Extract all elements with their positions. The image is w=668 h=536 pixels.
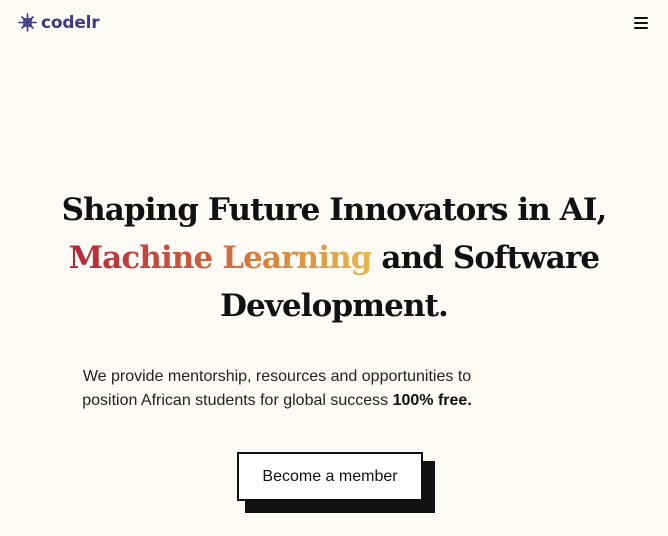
hero-title-line1: Shaping Future Innovators in AI, (61, 192, 608, 228)
become-member-button[interactable]: Become a member (237, 452, 423, 501)
hero-title: Shaping Future Innovators in AI, Machine… (0, 186, 668, 330)
logo-text: codelr (41, 12, 100, 33)
hamburger-menu-icon[interactable] (634, 17, 648, 29)
hero-subtitle-bold: 100% free. (392, 392, 472, 409)
logo[interactable]: codelr (17, 12, 100, 33)
hero-title-highlight: Machine Learning (68, 240, 373, 276)
hero-subtitle: We provide mentorship, resources and opp… (57, 365, 497, 413)
hero-title-line2: and Software (371, 240, 600, 276)
codelr-logo-icon (17, 12, 38, 33)
hero-title-line3: Development. (220, 288, 449, 324)
cta-container: Become a member (237, 452, 435, 513)
